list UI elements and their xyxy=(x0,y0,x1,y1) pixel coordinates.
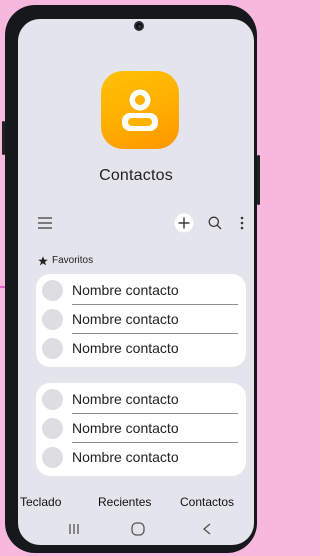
list-item[interactable]: Nombre contacto xyxy=(36,443,246,472)
favorites-label: Favoritos xyxy=(38,255,93,266)
avatar xyxy=(42,309,63,330)
list-item[interactable]: Nombre contacto xyxy=(36,305,246,334)
contact-name: Nombre contacto xyxy=(72,391,179,407)
contacts-list: Nombre contacto Nombre contacto Nombre c… xyxy=(36,383,246,476)
list-item[interactable]: Nombre contacto xyxy=(36,334,246,363)
contact-name: Nombre contacto xyxy=(72,420,179,436)
tab-contacts[interactable]: Contactos xyxy=(180,495,234,509)
tab-recents[interactable]: Recientes xyxy=(98,495,151,509)
search-icon[interactable] xyxy=(208,216,222,230)
more-vertical-icon[interactable] xyxy=(240,216,244,230)
tab-keypad[interactable]: Teclado xyxy=(20,495,61,509)
bottom-tabs: Teclado Recientes Contactos xyxy=(18,495,254,513)
list-item[interactable]: Nombre contacto xyxy=(36,276,246,305)
avatar xyxy=(42,418,63,439)
phone-frame: Contactos Favoritos Nombre contacto Nomb… xyxy=(2,5,260,553)
star-icon xyxy=(38,255,48,265)
person-icon xyxy=(122,89,158,131)
avatar xyxy=(42,389,63,410)
power-button xyxy=(257,155,260,205)
system-navbar xyxy=(18,519,254,539)
add-icon[interactable] xyxy=(174,213,194,233)
back-icon[interactable] xyxy=(202,523,212,535)
list-item[interactable]: Nombre contacto xyxy=(36,385,246,414)
contact-name: Nombre contacto xyxy=(72,340,179,356)
menu-icon[interactable] xyxy=(38,217,52,229)
page-title: Contactos xyxy=(99,167,173,184)
recent-apps-icon[interactable] xyxy=(68,523,80,535)
avatar xyxy=(42,280,63,301)
contact-name: Nombre contacto xyxy=(72,311,179,327)
avatar xyxy=(42,447,63,468)
avatar xyxy=(42,338,63,359)
list-item[interactable]: Nombre contacto xyxy=(36,414,246,443)
contact-name: Nombre contacto xyxy=(72,282,179,298)
home-icon[interactable] xyxy=(131,522,145,536)
phone-screen: Contactos Favoritos Nombre contacto Nomb… xyxy=(18,19,254,545)
favorites-title: Favoritos xyxy=(52,255,94,266)
contact-name: Nombre contacto xyxy=(72,449,179,465)
favorites-list: Nombre contacto Nombre contacto Nombre c… xyxy=(36,274,246,367)
front-camera xyxy=(134,21,144,31)
volume-button xyxy=(2,121,5,155)
contacts-app-icon xyxy=(101,71,179,149)
